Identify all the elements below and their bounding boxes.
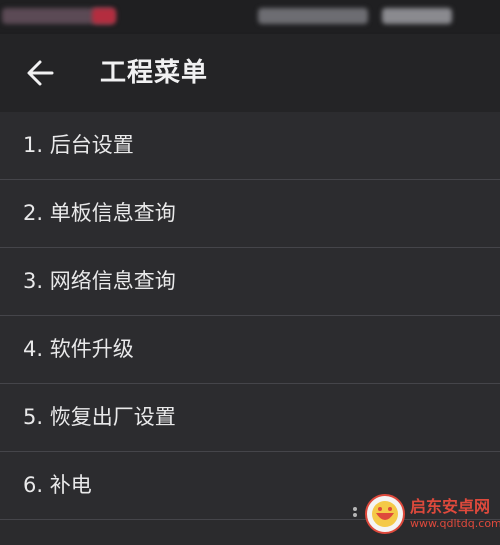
site-watermark: 启东安卓网 www.qdltdq.com (353, 491, 500, 541)
menu-list: 1. 后台设置 2. 单板信息查询 3. 网络信息查询 4. 软件升级 5. 恢… (0, 112, 500, 520)
menu-item-background-settings[interactable]: 1. 后台设置 (0, 112, 500, 180)
app-bar: 工程菜单 (0, 34, 500, 112)
menu-item-software-upgrade[interactable]: 4. 软件升级 (0, 316, 500, 384)
menu-item-network-info[interactable]: 3. 网络信息查询 (0, 248, 500, 316)
watermark-dots-icon (352, 503, 358, 517)
watermark-url: www.qdltdq.com (410, 517, 500, 530)
watermark-logo-icon (364, 493, 406, 535)
page-title: 工程菜单 (100, 58, 209, 88)
status-bar (0, 0, 500, 34)
menu-item-board-info[interactable]: 2. 单板信息查询 (0, 180, 500, 248)
status-notification-blurred (92, 8, 116, 24)
menu-item-factory-reset[interactable]: 5. 恢复出厂设置 (0, 384, 500, 452)
watermark-title: 启东安卓网 (410, 497, 491, 516)
back-arrow-icon[interactable] (24, 58, 56, 88)
status-icons-blurred (258, 8, 368, 24)
status-battery-blurred (382, 8, 452, 24)
